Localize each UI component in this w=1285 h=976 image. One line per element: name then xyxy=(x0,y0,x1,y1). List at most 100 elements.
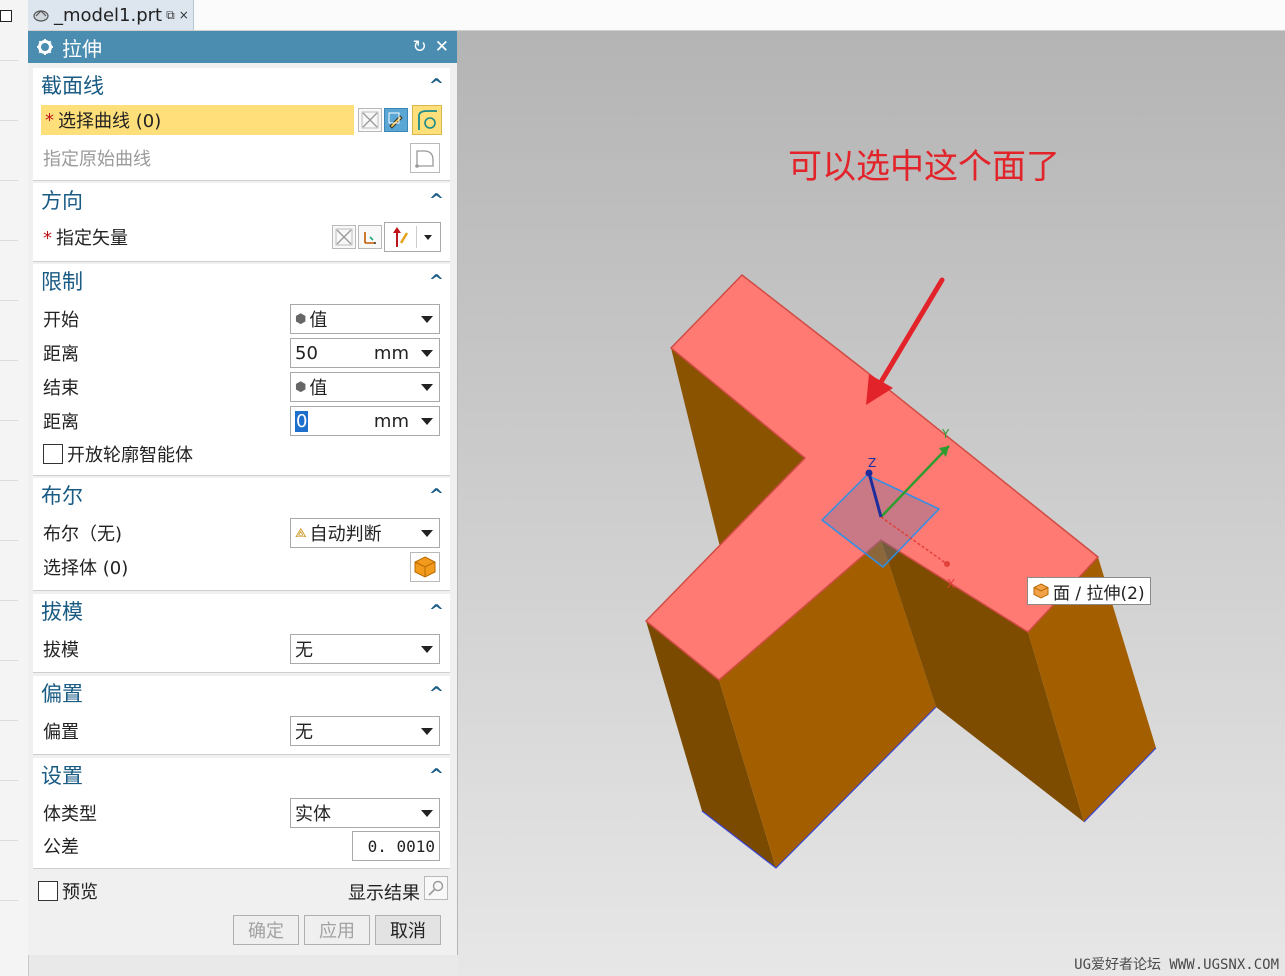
collapse-icon[interactable]: ^ xyxy=(429,75,444,96)
close-icon[interactable]: ✕ xyxy=(435,37,449,57)
distance1-row: 距离 50 mm xyxy=(33,337,450,369)
extrude-dialog: 拉伸 ↻ ✕ 截面线 ^ * 选择曲线 (0) 指定原始曲线 方向 ^ * 指定… xyxy=(28,31,458,955)
pointer-arrow-shaft xyxy=(875,277,945,390)
section-offset-header[interactable]: 偏置 ^ xyxy=(33,676,450,710)
gear-icon xyxy=(37,39,53,55)
select-curve-field[interactable]: * 选择曲线 (0) xyxy=(41,105,354,135)
specify-vector-row[interactable]: * 指定矢量 xyxy=(33,221,450,253)
section-draft-header[interactable]: 拔模 ^ xyxy=(33,594,450,628)
offset-value: 无 xyxy=(295,722,313,743)
value-cube-icon: ⬢ xyxy=(295,311,307,327)
collapse-icon[interactable]: ^ xyxy=(429,601,444,622)
divider xyxy=(0,660,18,661)
divider xyxy=(0,180,18,181)
divider xyxy=(0,780,18,781)
start-value: 值 xyxy=(309,310,328,331)
boolean-value: 自动判断 xyxy=(309,524,382,545)
open-profile-checkbox[interactable] xyxy=(43,444,63,464)
chevron-down-icon[interactable] xyxy=(421,810,433,817)
body-type-select[interactable]: 实体 xyxy=(290,798,440,828)
annotation-text: 可以选中这个面了 xyxy=(788,147,1060,187)
body-select-icon[interactable] xyxy=(410,552,440,582)
graphics-viewport[interactable]: Y Z X 可以选中这个面了 面 / 拉伸(2) UG爱好者论坛 WWW.UGS… xyxy=(458,31,1285,976)
chevron-down-icon[interactable] xyxy=(421,350,433,357)
close-tab-icon[interactable]: × xyxy=(179,8,189,22)
z-axis-label: Z xyxy=(868,456,876,470)
sketch-section-icon[interactable] xyxy=(384,108,408,132)
reset-icon[interactable]: ↻ xyxy=(413,37,427,57)
value-cube-icon: ⬢ xyxy=(295,379,307,395)
section-title: 布尔 xyxy=(41,484,83,508)
start-row: 开始 ⬢ 值 xyxy=(33,303,450,335)
distance2-input[interactable]: 0 mm xyxy=(290,406,440,436)
section-direction: 方向 ^ * 指定矢量 xyxy=(33,183,450,262)
draft-row: 拔模 无 xyxy=(33,633,450,665)
reverse-direction-icon[interactable] xyxy=(332,225,356,249)
section-direction-header[interactable]: 方向 ^ xyxy=(33,183,450,217)
offset-row: 偏置 无 xyxy=(33,715,450,747)
chevron-down-icon[interactable] xyxy=(421,418,433,425)
divider xyxy=(0,900,18,901)
chevron-down-icon[interactable] xyxy=(421,530,433,537)
vector-dialog-icon[interactable] xyxy=(358,225,382,249)
pin-icon[interactable]: ⧉ xyxy=(166,8,175,23)
apply-button[interactable]: 应用 xyxy=(304,915,370,945)
section-settings-header[interactable]: 设置 ^ xyxy=(33,758,450,792)
collapse-icon[interactable]: ^ xyxy=(429,683,444,704)
curve-select-icon[interactable] xyxy=(412,105,442,135)
tolerance-input[interactable]: 0. 0010 xyxy=(352,831,440,861)
show-result-magnifier-icon[interactable] xyxy=(424,876,448,900)
distance2-unit: mm xyxy=(373,410,409,432)
section-boolean-header[interactable]: 布尔 ^ xyxy=(33,478,450,512)
body-type-row: 体类型 实体 xyxy=(33,797,450,829)
divider xyxy=(0,60,18,61)
boolean-label: 布尔（无) xyxy=(43,524,123,545)
collapse-icon[interactable]: ^ xyxy=(429,765,444,786)
collapse-icon[interactable]: ^ xyxy=(429,271,444,292)
chevron-down-icon[interactable] xyxy=(421,646,433,653)
boolean-select[interactable]: ⟁ 自动判断 xyxy=(290,518,440,548)
offset-select[interactable]: 无 xyxy=(290,716,440,746)
show-result-label: 显示结果 xyxy=(348,883,420,904)
start-select[interactable]: ⬢ 值 xyxy=(290,304,440,334)
window-restore-icon[interactable] xyxy=(0,10,12,22)
deselect-icon[interactable] xyxy=(358,108,382,132)
tolerance-row: 公差 0. 0010 xyxy=(33,830,450,862)
select-curve-label: 选择曲线 (0) xyxy=(58,111,162,132)
chevron-down-icon[interactable] xyxy=(421,316,433,323)
divider xyxy=(0,600,18,601)
section-limits: 限制 ^ 开始 ⬢ 值 距离 50 mm 结束 ⬢ 值 距离 0 mm 开放轮廓… xyxy=(33,264,450,476)
vector-type-dropdown[interactable] xyxy=(384,222,441,252)
original-curve-icon[interactable] xyxy=(410,143,440,173)
dialog-button-row: 确定 应用 取消 xyxy=(33,913,450,947)
chevron-down-icon[interactable] xyxy=(424,235,432,240)
draft-select[interactable]: 无 xyxy=(290,634,440,664)
part-file-icon xyxy=(33,10,49,22)
face-tooltip-text: 面 / 拉伸(2) xyxy=(1053,583,1145,604)
divider xyxy=(0,420,18,421)
offset-label: 偏置 xyxy=(43,722,79,743)
ok-button[interactable]: 确定 xyxy=(233,915,299,945)
select-curve-row[interactable]: * 选择曲线 (0) xyxy=(33,104,450,136)
y-axis-label: Y xyxy=(941,427,950,441)
tab-model1[interactable]: _model1.prt ⧉ × xyxy=(28,0,194,30)
draft-label: 拔模 xyxy=(43,640,79,661)
end-label: 结束 xyxy=(43,378,79,399)
distance1-input[interactable]: 50 mm xyxy=(290,338,440,368)
collapse-icon[interactable]: ^ xyxy=(429,485,444,506)
open-profile-row[interactable]: 开放轮廓智能体 xyxy=(33,438,450,470)
chevron-down-icon[interactable] xyxy=(421,728,433,735)
specify-original-curve-row[interactable]: 指定原始曲线 xyxy=(33,142,450,174)
section-curves-header[interactable]: 截面线 ^ xyxy=(33,68,450,102)
boolean-infer-icon: ⟁ xyxy=(295,525,307,541)
section-curves: 截面线 ^ * 选择曲线 (0) 指定原始曲线 xyxy=(33,68,450,181)
section-limits-header[interactable]: 限制 ^ xyxy=(33,264,450,298)
divider xyxy=(0,300,18,301)
select-body-label: 选择体 (0) xyxy=(43,558,129,579)
preview-checkbox[interactable] xyxy=(38,881,58,901)
chevron-down-icon[interactable] xyxy=(421,384,433,391)
end-select[interactable]: ⬢ 值 xyxy=(290,372,440,402)
cancel-button[interactable]: 取消 xyxy=(375,915,441,945)
collapse-icon[interactable]: ^ xyxy=(429,190,444,211)
section-title: 设置 xyxy=(41,764,83,788)
